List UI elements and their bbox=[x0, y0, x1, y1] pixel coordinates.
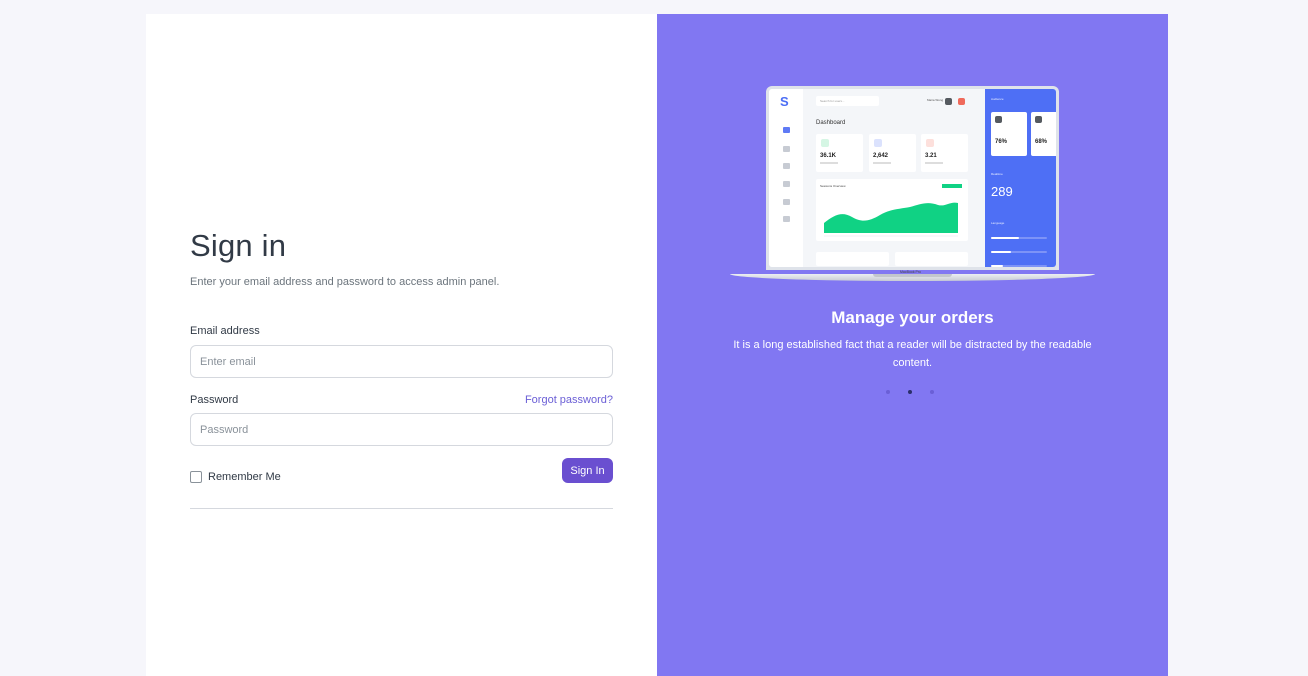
mockup-list-card bbox=[895, 252, 968, 266]
mockup-nav-icon bbox=[783, 181, 790, 187]
mockup-audience-card: 68% bbox=[1031, 112, 1056, 156]
mockup-language-label: Language bbox=[991, 221, 1005, 225]
mockup-language-bar-fill bbox=[991, 265, 1004, 267]
laptop-illustration: S Search for users... Maria Wong Dashboa… bbox=[730, 86, 1095, 284]
mockup-stat-icon bbox=[821, 139, 829, 147]
password-field[interactable] bbox=[190, 413, 613, 446]
mockup-stat-icon bbox=[874, 139, 882, 147]
signin-form: Sign in Enter your email address and pas… bbox=[190, 227, 613, 509]
mockup-stat-icon bbox=[926, 139, 934, 147]
carousel-dot[interactable] bbox=[908, 390, 912, 394]
dashboard-mockup: S Search for users... Maria Wong Dashboa… bbox=[769, 89, 1056, 267]
laptop-notch bbox=[873, 274, 952, 277]
mockup-realtime-value: 289 bbox=[991, 184, 1013, 199]
mockup-stat-value: 3.21 bbox=[925, 153, 937, 159]
mockup-stat-card: 3.21 bbox=[921, 134, 968, 172]
page-title: Sign in bbox=[190, 228, 287, 263]
mockup-nav-icon bbox=[783, 216, 790, 222]
remember-me-label: Remember Me bbox=[208, 471, 281, 483]
carousel-dot[interactable] bbox=[886, 390, 890, 394]
mockup-list-card bbox=[816, 252, 889, 266]
mockup-chart-area bbox=[824, 202, 958, 233]
divider bbox=[190, 508, 613, 509]
mockup-nav-icon bbox=[783, 199, 790, 205]
laptop-brand: MacBook Pro bbox=[900, 270, 922, 274]
mockup-audience-value: 68% bbox=[1035, 139, 1048, 145]
mockup-audience-value: 76% bbox=[995, 139, 1008, 145]
signin-subtitle: Enter your email address and password to… bbox=[190, 276, 500, 288]
sign-in-button[interactable]: Sign In bbox=[562, 458, 613, 483]
carousel-indicators bbox=[886, 390, 940, 394]
mockup-realtime-label: Realtime bbox=[991, 172, 1003, 176]
mockup-stat-caption bbox=[873, 162, 891, 164]
email-label: Email address bbox=[190, 325, 260, 337]
slide-title: Manage your orders bbox=[831, 308, 994, 327]
mockup-avatar bbox=[958, 98, 965, 105]
password-label: Password bbox=[190, 394, 239, 406]
remember-me[interactable]: Remember Me bbox=[190, 471, 281, 483]
mockup-nav-icon bbox=[783, 146, 790, 152]
mockup-audience-card: 76% bbox=[991, 112, 1027, 156]
mockup-search: Search for users... bbox=[816, 96, 879, 106]
mockup-language-bar bbox=[991, 251, 1047, 253]
mockup-audience-label: Audience bbox=[991, 97, 1004, 101]
slide-text: It is a long established fact that a rea… bbox=[733, 339, 1092, 369]
mockup-stat-value: 2,642 bbox=[873, 153, 889, 159]
mockup-language-bar-fill bbox=[991, 237, 1019, 239]
mockup-area-chart bbox=[824, 184, 962, 237]
mockup-language-bar-fill bbox=[991, 251, 1011, 253]
mockup-stat-caption bbox=[820, 162, 838, 164]
mockup-stat-caption bbox=[925, 162, 943, 164]
mockup-audience-icon bbox=[995, 116, 1002, 123]
mockup-stat-card: 2,642 bbox=[869, 134, 916, 172]
mockup-logo-icon: S bbox=[780, 94, 789, 109]
mockup-nav-icon bbox=[783, 127, 790, 133]
mockup-page-title: Dashboard bbox=[816, 120, 846, 126]
mockup-right-panel: Audience 76% 68% Realtime 289 Language bbox=[985, 89, 1056, 267]
mockup-language-bar bbox=[991, 265, 1047, 267]
mockup-stat-card: 36.1K bbox=[816, 134, 863, 172]
mockup-user-name: Maria Wong bbox=[927, 98, 944, 102]
remember-me-checkbox[interactable] bbox=[190, 471, 202, 483]
email-field[interactable] bbox=[190, 345, 613, 378]
showcase-panel: S Search for users... Maria Wong Dashboa… bbox=[657, 14, 1168, 676]
mockup-nav-icon bbox=[783, 163, 790, 169]
laptop-screen: S Search for users... Maria Wong Dashboa… bbox=[766, 86, 1059, 270]
signin-panel: Sign in Enter your email address and pas… bbox=[146, 14, 657, 676]
mockup-chart-card: Sessions Overview bbox=[816, 179, 968, 241]
forgot-password-link[interactable]: Forgot password? bbox=[525, 393, 613, 407]
carousel-dot[interactable] bbox=[930, 390, 934, 394]
mockup-sidebar: S bbox=[769, 89, 803, 267]
mockup-avatar bbox=[945, 98, 952, 105]
mockup-chart-toggle bbox=[942, 184, 962, 188]
mockup-audience-icon bbox=[1035, 116, 1042, 123]
mockup-language-bar bbox=[991, 237, 1047, 239]
mockup-stat-value: 36.1K bbox=[820, 153, 837, 159]
